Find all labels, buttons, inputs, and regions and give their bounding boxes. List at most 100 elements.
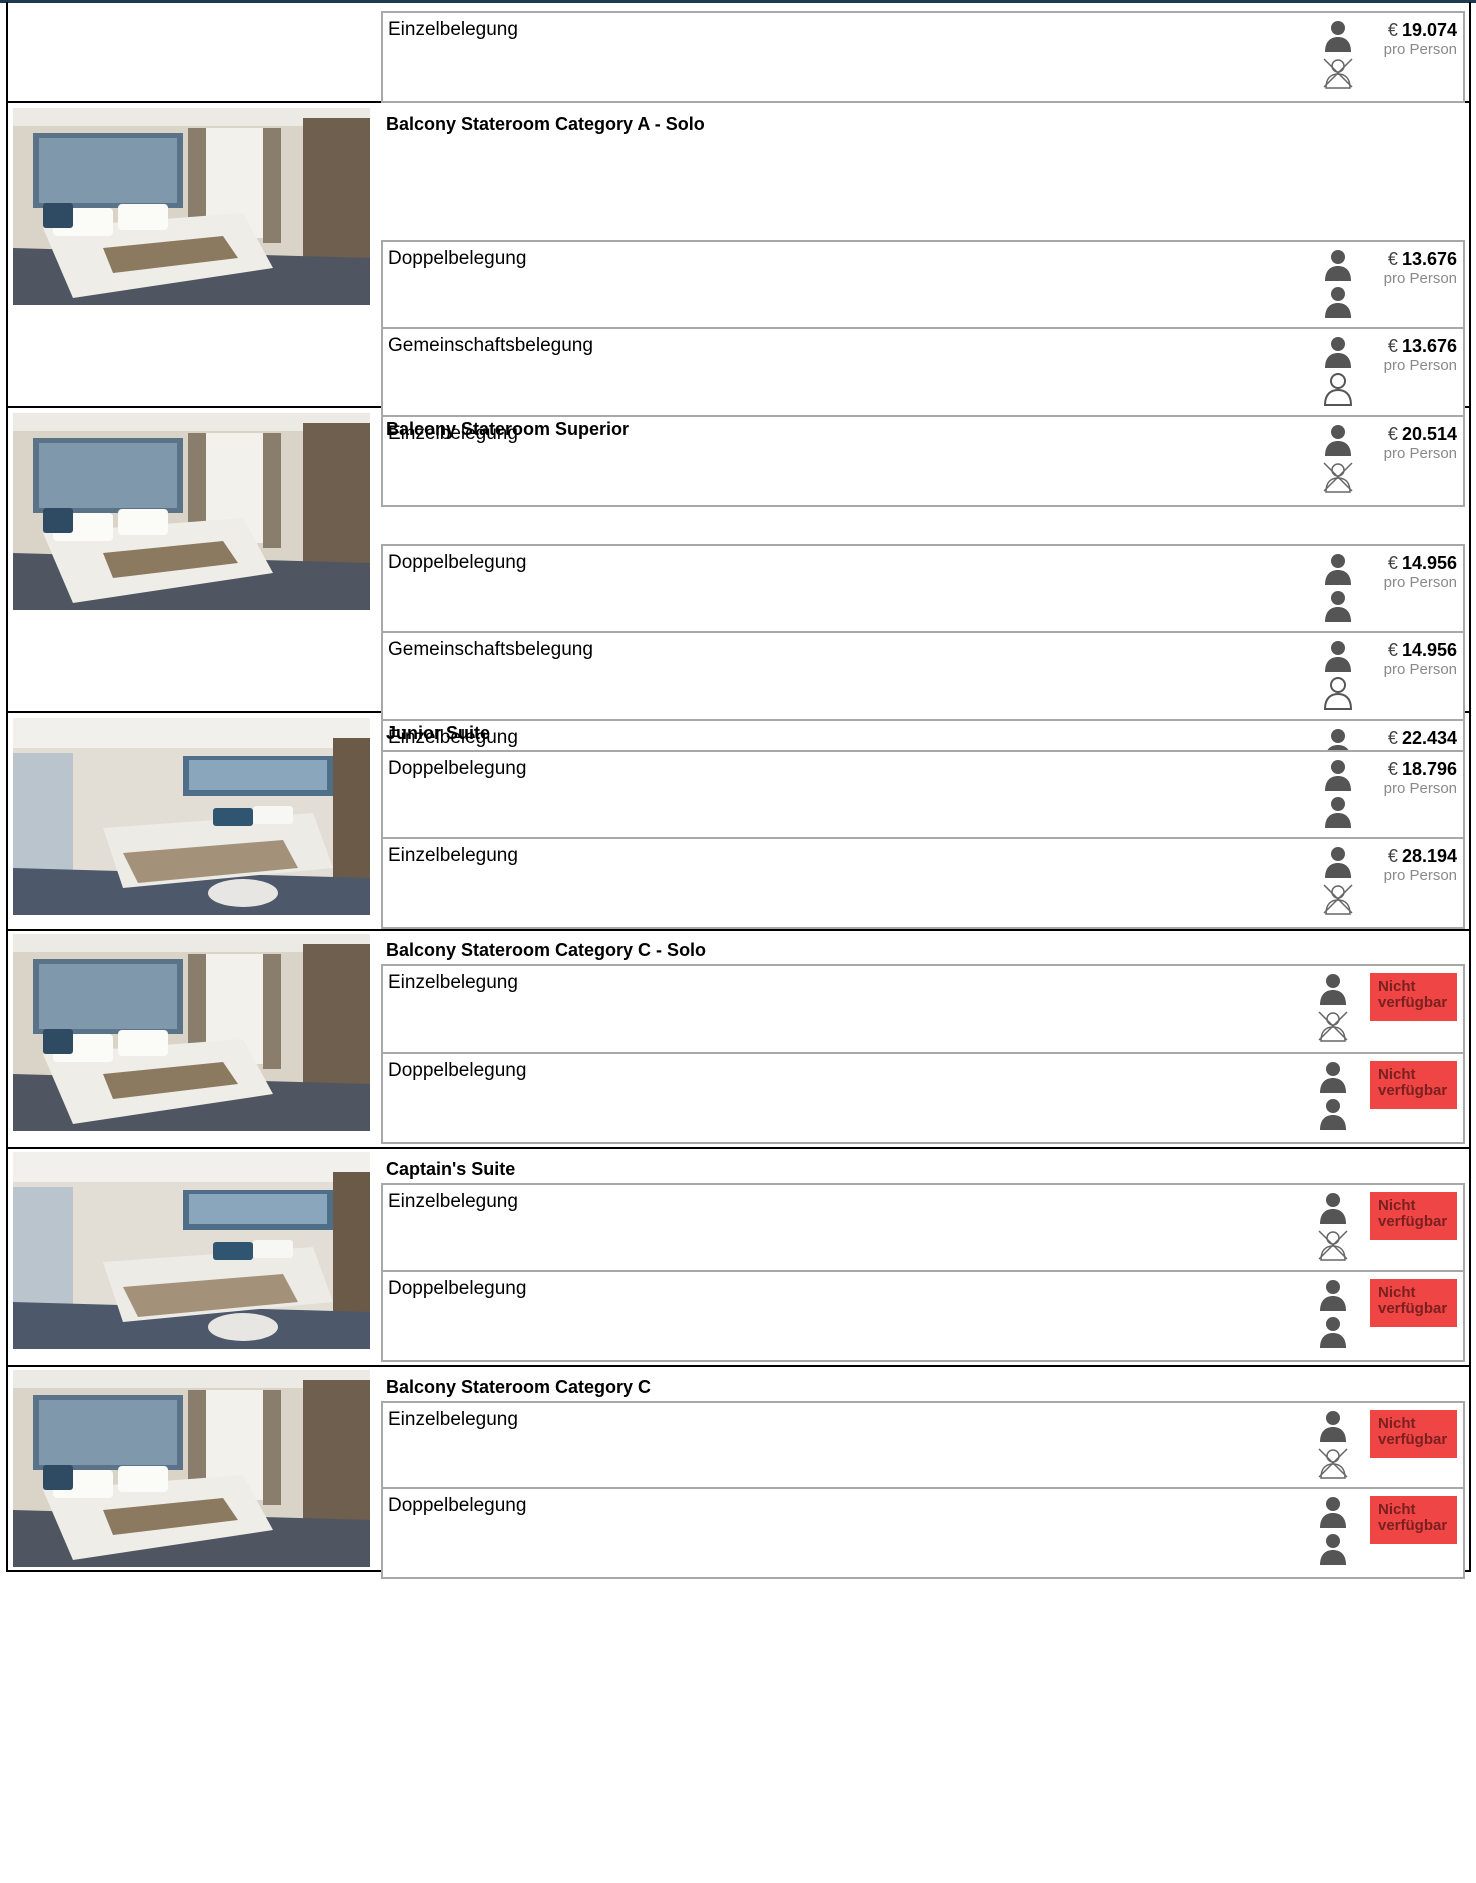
not-available-badge: Nicht verfügbar (1370, 973, 1457, 1021)
currency-symbol: € (1387, 553, 1398, 573)
rate-option[interactable]: Einzelbelegung Nicht verfügbar (381, 1183, 1465, 1275)
person-icon (1325, 287, 1351, 318)
price-note: pro Person (1383, 661, 1457, 678)
occupancy-label: Einzelbelegung (388, 1409, 518, 1430)
person-icon (1325, 250, 1351, 281)
not-available-badge: Nicht verfügbar (1370, 1192, 1457, 1240)
not-available-badge: Nicht verfügbar (1370, 1061, 1457, 1109)
occupancy-label: Doppelbelegung (388, 1278, 527, 1299)
cabin-photo[interactable] (13, 108, 370, 305)
not-available-badge: Nicht verfügbar (1370, 1279, 1457, 1327)
person-icon (1325, 554, 1351, 585)
person-icon (1325, 337, 1351, 368)
cabin-category: Captain's Suite Einzelbelegung Nicht verfü… (8, 1149, 1469, 1367)
price-amount: €13.676 (1384, 335, 1457, 357)
price-value: 13.676 (1401, 336, 1457, 356)
cabin-photo[interactable] (13, 934, 370, 1131)
occupancy-icons (1316, 1278, 1350, 1352)
occupancy-icons (1316, 1495, 1350, 1569)
person-icon (1325, 760, 1351, 791)
currency-symbol: € (1387, 20, 1398, 40)
occupancy-label: Doppelbelegung (388, 1060, 527, 1081)
rate-option[interactable]: Doppelbelegung Nicht verfügbar (381, 1270, 1465, 1362)
person-icon (1320, 1411, 1346, 1442)
price-amount: €14.956 (1384, 552, 1457, 574)
person-icon (1320, 974, 1346, 1005)
rate-option[interactable]: Einzelbelegung €19.074 pro Person (381, 11, 1465, 103)
price-note: pro Person (1383, 357, 1457, 374)
rate-option[interactable]: Doppelbelegung €14.956 pro Person (381, 544, 1465, 636)
person-crossed-icon (1323, 58, 1353, 89)
price-block: €28.194 pro Person (1384, 845, 1457, 885)
rate-option[interactable]: Einzelbelegung Nicht verfügbar (381, 964, 1465, 1056)
rate-option[interactable]: Doppelbelegung €18.796 pro Person (381, 750, 1465, 842)
person-icon (1320, 1497, 1346, 1528)
rate-option[interactable]: Einzelbelegung €28.194 pro Person (381, 837, 1465, 929)
occupancy-label: Einzelbelegung (388, 845, 518, 866)
person-icon (1320, 1534, 1346, 1565)
cabin-photo[interactable] (13, 1370, 370, 1567)
person-outline-icon (1323, 677, 1353, 710)
occupancy-icons (1316, 1409, 1350, 1483)
price-note: pro Person (1383, 270, 1457, 287)
person-icon (1320, 1280, 1346, 1311)
price-note: pro Person (1383, 574, 1457, 591)
price-amount: €13.676 (1384, 248, 1457, 270)
price-value: 19.074 (1401, 20, 1457, 40)
price-block: €18.796 pro Person (1384, 758, 1457, 798)
not-available-badge: Nicht verfügbar (1370, 1410, 1457, 1458)
occupancy-icons (1321, 639, 1355, 713)
cabin-name: Junior Suite (386, 723, 491, 743)
occupancy-icons (1321, 552, 1355, 626)
person-crossed-icon (1318, 1011, 1348, 1042)
person-outline-icon (1323, 373, 1353, 406)
person-crossed-icon (1318, 1448, 1348, 1479)
price-amount: €28.194 (1384, 845, 1457, 867)
cabin-category: Einzelbelegung €19.074 pro Person (8, 2, 1469, 103)
person-icon (1320, 1099, 1346, 1130)
rate-option[interactable]: Gemeinschaftsbelegung €14.956 pro Person (381, 631, 1465, 723)
cabin-category: Balcony Stateroom Category A - Solo Doppe… (8, 103, 1469, 507)
person-crossed-icon (1323, 884, 1353, 915)
price-amount: €19.074 (1384, 19, 1457, 41)
person-icon (1325, 641, 1351, 672)
cabin-category: Balcony Stateroom Category C - Solo Einze… (8, 931, 1469, 1149)
price-block: €13.676 pro Person (1384, 335, 1457, 375)
person-icon (1325, 797, 1351, 828)
occupancy-label: Doppelbelegung (388, 758, 527, 779)
occupancy-label: Doppelbelegung (388, 248, 527, 269)
occupancy-label: Gemeinschaftsbelegung (388, 639, 593, 660)
price-block: €14.956 pro Person (1384, 552, 1457, 592)
cabin-category: Balcony Stateroom Category C Einzelbelegu… (8, 1367, 1469, 1579)
cabin-name: Balcony Stateroom Category C - Solo (386, 940, 707, 960)
occupancy-label: Einzelbelegung (388, 19, 518, 40)
occupancy-label: Einzelbelegung (388, 1191, 518, 1212)
rate-option[interactable]: Doppelbelegung Nicht verfügbar (381, 1487, 1465, 1579)
rate-option[interactable]: Doppelbelegung €13.676 pro Person (381, 240, 1465, 332)
person-icon (1325, 847, 1351, 878)
price-value: 13.676 (1401, 249, 1457, 269)
cabin-category: Junior Suite Doppelbelegung €18.796 pro Per… (8, 713, 1469, 931)
price-value: 14.956 (1401, 640, 1457, 660)
currency-symbol: € (1387, 336, 1398, 356)
occupancy-label: Doppelbelegung (388, 552, 527, 573)
cabin-name: Balcony Stateroom Category C (386, 1377, 652, 1397)
rate-option[interactable]: Einzelbelegung Nicht verfügbar (381, 1401, 1465, 1493)
rate-option[interactable]: Gemeinschaftsbelegung €13.676 pro Person (381, 327, 1465, 419)
occupancy-icons (1316, 972, 1350, 1046)
occupancy-icons (1321, 335, 1355, 409)
currency-symbol: € (1387, 759, 1398, 779)
not-available-badge: Nicht verfügbar (1370, 1496, 1457, 1544)
rate-option[interactable]: Doppelbelegung Nicht verfügbar (381, 1052, 1465, 1144)
person-icon (1320, 1193, 1346, 1224)
cabin-photo[interactable] (13, 413, 370, 610)
person-icon (1320, 1317, 1346, 1348)
cabin-photo[interactable] (13, 1152, 370, 1349)
occupancy-icons (1321, 758, 1355, 832)
cabin-photo[interactable] (13, 718, 370, 915)
occupancy-label: Einzelbelegung (388, 972, 518, 993)
person-icon (1325, 591, 1351, 622)
occupancy-icons (1321, 19, 1355, 93)
cabin-name: Balcony Stateroom Superior (386, 419, 630, 439)
person-icon (1320, 1062, 1346, 1093)
